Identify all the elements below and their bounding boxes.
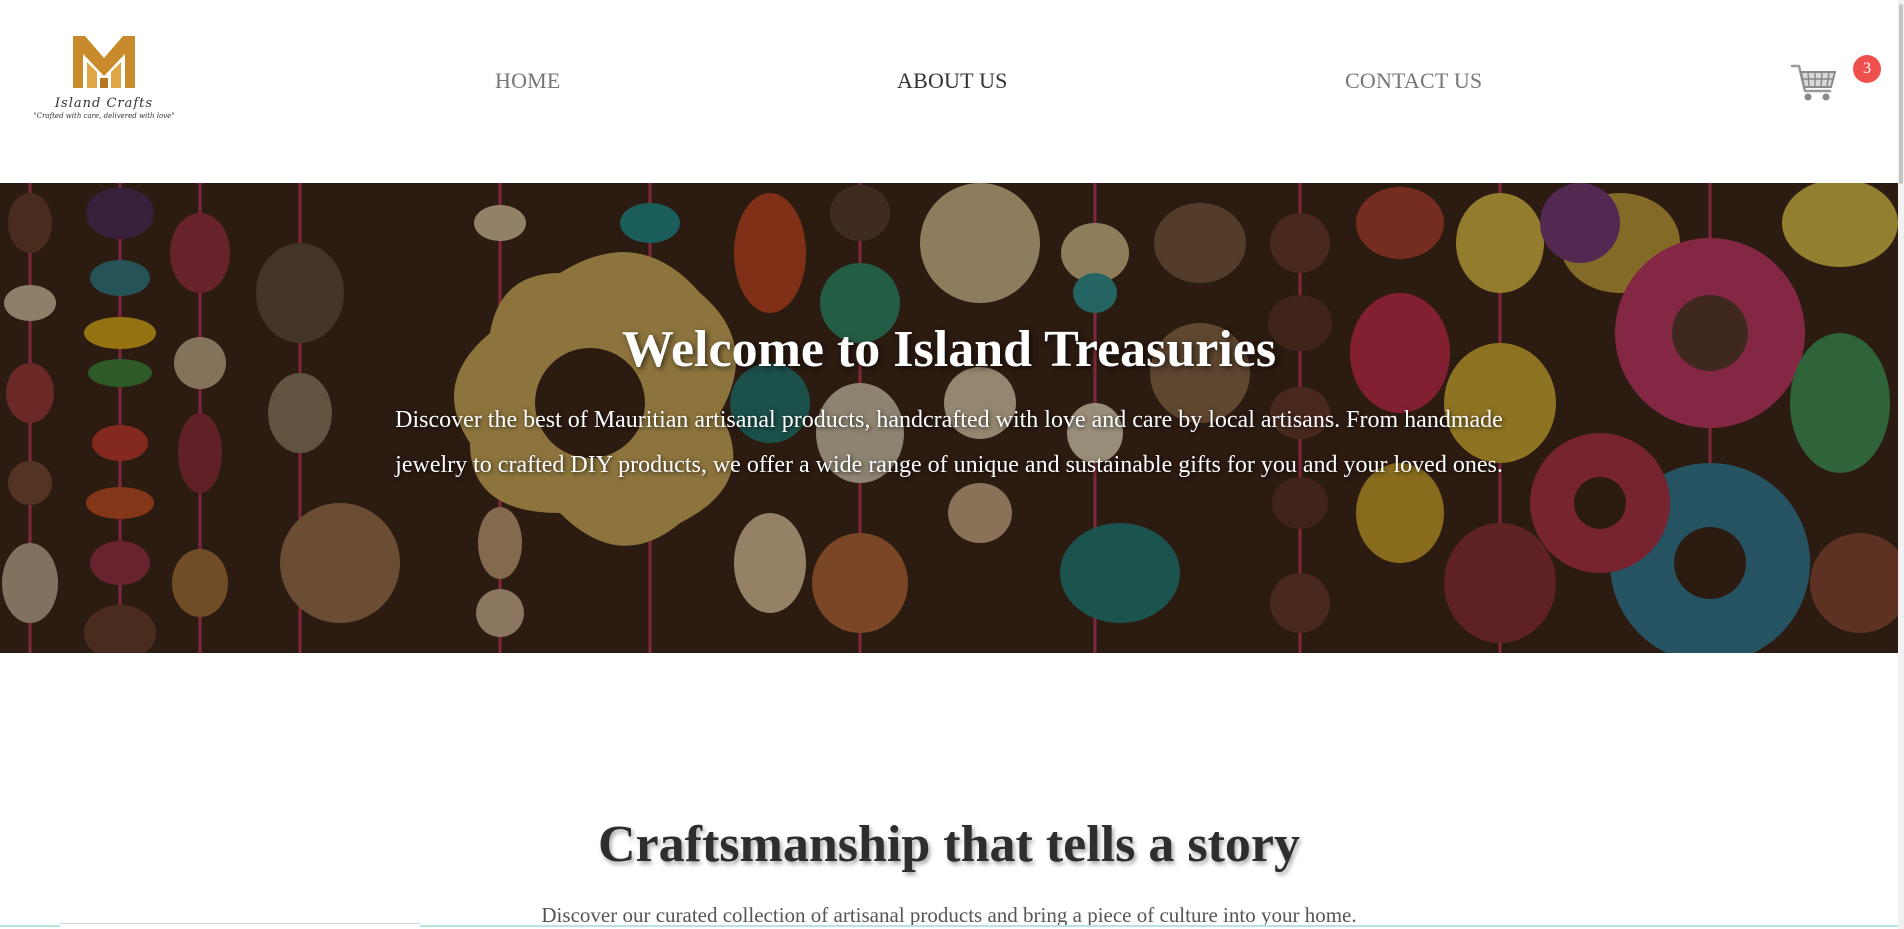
nav-home[interactable]: HOME [495, 68, 561, 94]
hero-title: Welcome to Island Treasuries [621, 321, 1277, 378]
cart-count-badge[interactable]: 3 [1853, 55, 1881, 83]
hero-content: Welcome to Island Treasuries Discover th… [370, 318, 1528, 488]
section-title: Craftsmanship that tells a story [598, 816, 1300, 873]
nav-contact-us[interactable]: CONTACT US [1345, 68, 1482, 94]
hero-banner: Welcome to Island Treasuries Discover th… [0, 183, 1898, 653]
logo-icon [73, 36, 135, 88]
bottom-overlay-bar [60, 923, 420, 929]
nav-about-us[interactable]: ABOUT US [897, 68, 1008, 94]
hero-description: Discover the best of Mauritian artisanal… [395, 407, 1503, 478]
brand-name: Island Crafts [54, 96, 154, 111]
scrollbar-thumb[interactable] [1899, 4, 1903, 184]
brand-tagline: "Crafted with care, delivered with love" [33, 112, 175, 120]
brand-logo[interactable]: Island Crafts "Crafted with care, delive… [30, 32, 178, 137]
site-header: Island Crafts "Crafted with care, delive… [0, 0, 1904, 183]
shopping-cart-icon[interactable] [1790, 58, 1838, 106]
